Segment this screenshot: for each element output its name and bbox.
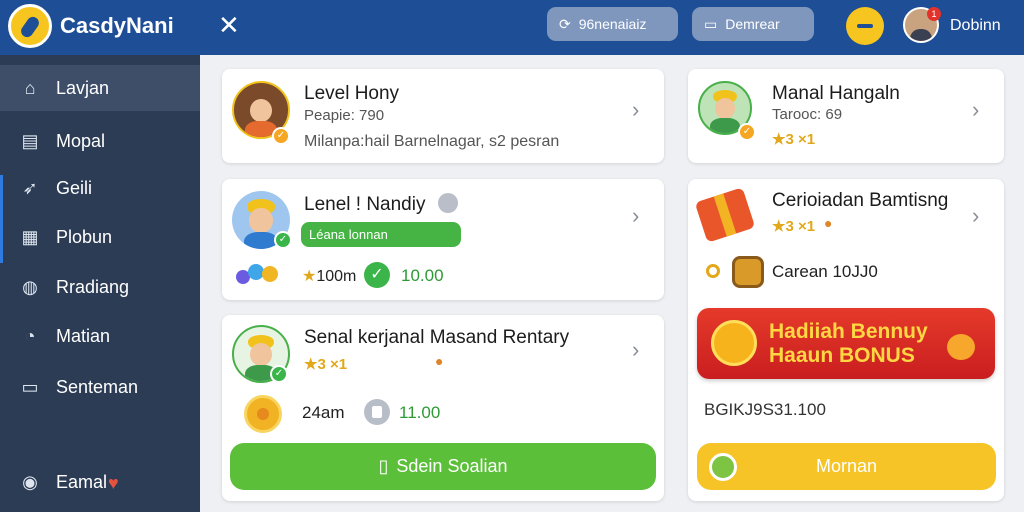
home-icon: ⌂ [24, 77, 36, 98]
sidebar-item-eamal[interactable]: ◉ Eamal [0, 459, 200, 505]
mornan-button[interactable]: Mornan [697, 443, 996, 490]
rocket-icon: ➶ [22, 177, 38, 198]
check-icon: ✓ [364, 262, 390, 288]
display-pill-button[interactable]: ▭ Demrear [692, 7, 814, 41]
logo-icon[interactable] [8, 4, 52, 48]
card-title: Cerioiadan Bamtisng [772, 190, 949, 211]
close-icon[interactable]: ✕ [218, 10, 240, 40]
globe-icon: ◍ [22, 276, 38, 297]
pill-label: 96nenaiaiz [578, 16, 647, 32]
sdein-soalian-button[interactable]: ▯ Sdein Soalian [230, 443, 656, 490]
brand-name: CasdyNani [60, 13, 174, 38]
reward-line: Carean 10JJ0 [772, 262, 878, 281]
sidebar-item-geili[interactable]: ➶ Geili [0, 165, 200, 211]
fruit-icon: ● [824, 215, 833, 231]
card-title: Manal Hangaln [772, 83, 900, 104]
sidebar-item-label: Mopal [56, 130, 106, 151]
badge-icon: ✓ [272, 127, 290, 145]
progress-label-bar: Léana lonnan [301, 222, 461, 247]
sidebar-item-label: Eamal [56, 471, 108, 492]
sidebar-item-label: Geili [56, 177, 93, 198]
stat-value: ★100m [302, 268, 357, 285]
refresh-icon: ⟳ [559, 15, 571, 32]
sidebar-item-mopal[interactable]: ▤ Mopal [0, 118, 200, 164]
sidebar-item-label: Matian [56, 325, 111, 346]
chevron-right-icon[interactable]: › [632, 97, 639, 123]
gift-badge-icon [709, 453, 737, 481]
card-description: Milanpa:hail Barnelnagar, s2 pesran [304, 133, 560, 150]
card-title: Senal kerjanal Masand Rentary [304, 327, 570, 348]
building-icon: ▦ [21, 226, 39, 247]
banner-subtitle: Haaun BONUS [769, 344, 915, 367]
stat-value: 24am [302, 403, 345, 422]
sidebar-item-matian[interactable]: ◔ Matian [0, 313, 200, 359]
lock-icon [364, 399, 390, 425]
rating-stars: ★3 ×1 [304, 356, 348, 373]
card-manal-hangaln[interactable]: ✓ Manal Hangaln Tarooc: 69 ★3 ×1 › [688, 69, 1004, 163]
sidebar: ⌂ Lavjan ▤ Mopal ➶ Geili ▦ Plobun ◍ Rrad… [0, 55, 200, 512]
badge-icon: ✓ [270, 365, 288, 383]
notification-badge: 1 [927, 7, 941, 21]
chat-icon: ◔ [24, 325, 36, 346]
badge-icon: ✓ [274, 231, 292, 249]
card-level-hony[interactable]: ✓ Level Hony Peapie: 790 Milanpa:hail Ba… [222, 69, 664, 163]
username[interactable]: Dobinn [950, 17, 1001, 35]
chevron-right-icon[interactable]: › [972, 203, 979, 229]
document-icon: ▯ [378, 456, 389, 476]
chest-icon [732, 256, 764, 288]
monitor-icon: ▭ [704, 15, 718, 32]
gems-icon [236, 262, 288, 288]
card-title: Lenel ! Nandiy [304, 194, 426, 215]
stat-value: 11.00 [399, 403, 441, 422]
sidebar-item-label: Lavjan [56, 77, 110, 98]
message-icon: ▭ [21, 376, 39, 397]
card-title: Level Hony [304, 83, 400, 104]
banner-title: Hadiiah Bennuy [769, 320, 928, 343]
card-subtitle: Tarooc: 69 [772, 106, 843, 123]
card-subtitle: Peapie: 790 [304, 107, 385, 124]
sidebar-item-label: Plobun [56, 226, 113, 247]
coin-button[interactable] [846, 7, 884, 45]
sidebar-item-plobun[interactable]: ▦ Plobun [0, 214, 200, 260]
stat-value: 10.00 [401, 266, 444, 285]
amount-value: BGIKJ9S31.100 [704, 400, 826, 419]
coin-icon [706, 264, 720, 278]
speech-bubble-icon [947, 334, 975, 360]
sidebar-item-lavjan[interactable]: ⌂ Lavjan [0, 65, 200, 111]
bonus-banner[interactable]: Hadiiah Bennuy Haaun BONUS [697, 308, 995, 379]
film-icon: ▤ [21, 130, 39, 151]
sidebar-item-rradiang[interactable]: ◍ Rradiang [0, 264, 200, 310]
info-icon[interactable] [438, 193, 458, 213]
game-controller-icon: ◉ [22, 471, 38, 492]
fruit-icon: ● [435, 353, 444, 369]
top-bar: CasdyNani ✕ ⟳ 96nenaiaiz ▭ Demrear 1 Dob… [0, 0, 1024, 55]
sidebar-item-senteman[interactable]: ▭ Senteman [0, 364, 200, 410]
sidebar-item-label: Rradiang [56, 276, 130, 297]
rating-stars: ★3 ×1 [772, 131, 816, 148]
chevron-right-icon[interactable]: › [632, 337, 639, 363]
sun-icon [711, 320, 757, 366]
sidebar-item-label: Senteman [56, 376, 139, 397]
badge-icon: ✓ [738, 123, 756, 141]
pill-label: Demrear [725, 16, 780, 32]
rating-stars: ★3 ×1 [772, 218, 816, 235]
chevron-right-icon[interactable]: › [972, 97, 979, 123]
refresh-pill-button[interactable]: ⟳ 96nenaiaiz [547, 7, 678, 41]
chevron-right-icon[interactable]: › [632, 203, 639, 229]
coin-icon [244, 395, 282, 433]
